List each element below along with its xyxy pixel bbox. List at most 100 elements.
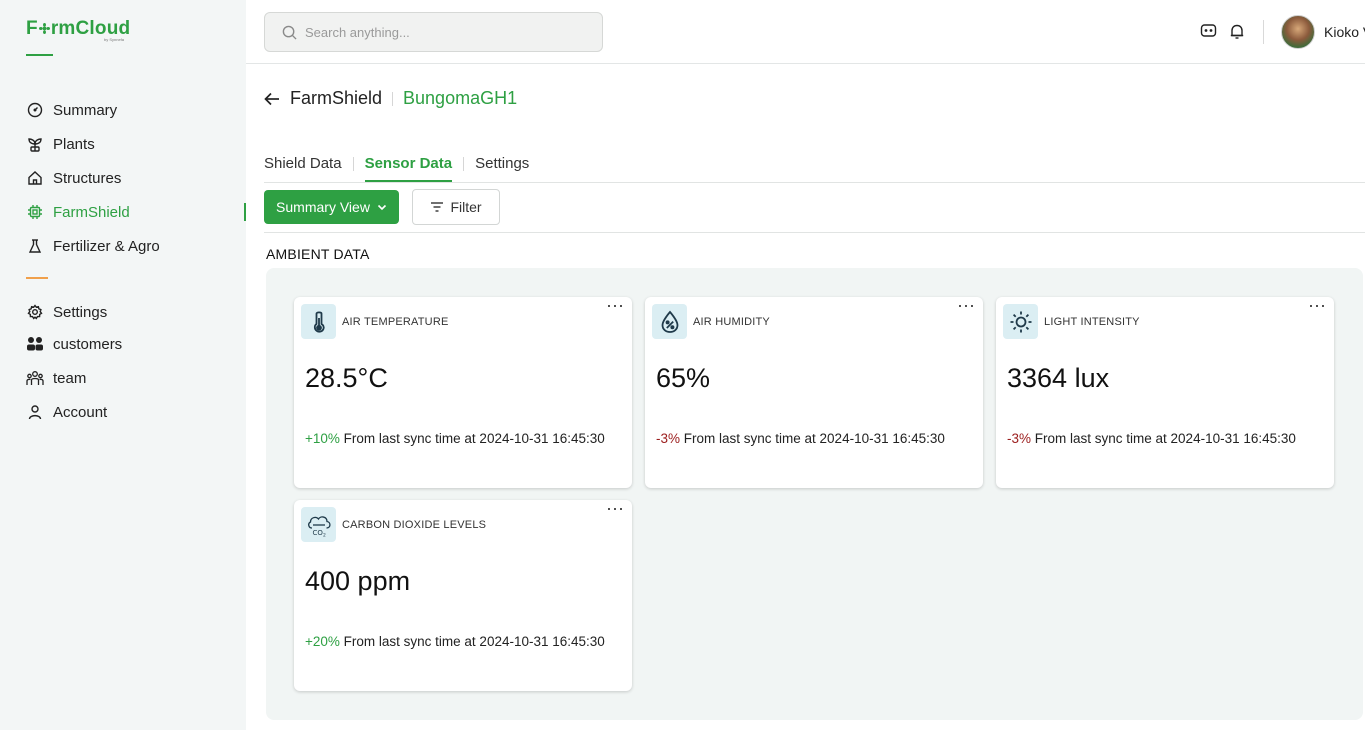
filter-button[interactable]: Filter bbox=[412, 189, 500, 225]
sidebar-item-summary[interactable]: Summary bbox=[26, 98, 117, 122]
sidebar-item-label: Fertilizer & Agro bbox=[53, 237, 160, 255]
sidebar-item-team[interactable]: team bbox=[26, 366, 86, 390]
tab-shield-data[interactable]: Shield Data bbox=[264, 155, 342, 182]
change-note: From last sync time at 2024-10-31 16:45:… bbox=[680, 431, 945, 446]
tab-separator bbox=[352, 156, 354, 171]
summary-view-label: Summary View bbox=[276, 199, 370, 215]
svg-text:2: 2 bbox=[323, 532, 326, 537]
filter-icon bbox=[430, 201, 444, 213]
bell-icon[interactable] bbox=[1228, 22, 1246, 40]
search-icon bbox=[282, 25, 297, 40]
card-change: -3% From last sync time at 2024-10-31 16… bbox=[1007, 431, 1296, 446]
breadcrumb: FarmShield BungomaGH1 bbox=[264, 88, 517, 109]
summary-view-dropdown[interactable]: Summary View bbox=[264, 190, 399, 224]
svg-text:CO: CO bbox=[312, 529, 323, 537]
change-percent: -3% bbox=[656, 431, 681, 446]
change-note: From last sync time at 2024-10-31 16:45:… bbox=[1031, 431, 1296, 446]
card-value: 3364 lux bbox=[1007, 363, 1110, 393]
search-input[interactable] bbox=[305, 24, 585, 40]
change-percent: -3% bbox=[1007, 431, 1032, 446]
breadcrumb-parent[interactable]: FarmShield bbox=[290, 88, 382, 109]
nav-divider bbox=[26, 277, 48, 279]
back-arrow-icon[interactable] bbox=[264, 90, 282, 108]
user-name[interactable]: Kioko V bbox=[1324, 24, 1365, 40]
active-indicator bbox=[244, 203, 246, 221]
sun-icon bbox=[1003, 304, 1038, 339]
card-value: 28.5°C bbox=[305, 363, 388, 393]
change-note: From last sync time at 2024-10-31 16:45:… bbox=[339, 431, 605, 446]
sprout-icon bbox=[26, 135, 44, 153]
chat-icon[interactable] bbox=[1199, 22, 1217, 40]
gear-icon bbox=[26, 303, 44, 321]
filter-label: Filter bbox=[450, 199, 482, 215]
sidebar-item-label: team bbox=[53, 369, 87, 387]
controls-divider bbox=[264, 232, 1365, 233]
header-actions bbox=[1199, 22, 1257, 40]
sidebar-item-settings[interactable]: Settings bbox=[26, 300, 107, 324]
card-change: -3% From last sync time at 2024-10-31 16… bbox=[656, 431, 945, 446]
card-title: AIR TEMPERATURE bbox=[342, 316, 449, 328]
breadcrumb-current: BungomaGH1 bbox=[403, 88, 518, 108]
sidebar: FrmCloud by Synnefa Summary Plants Struc… bbox=[0, 0, 246, 730]
card-change: +20% From last sync time at 2024-10-31 1… bbox=[305, 634, 605, 649]
user-icon bbox=[26, 403, 44, 421]
sidebar-item-structures[interactable]: Structures bbox=[26, 166, 121, 190]
sensor-card-air-humidity: AIR HUMIDITY ··· 65% -3% From last sync … bbox=[645, 296, 983, 488]
sensor-card-light-intensity: LIGHT INTENSITY ··· 3364 lux -3% From la… bbox=[996, 296, 1334, 488]
avatar[interactable] bbox=[1281, 15, 1315, 49]
section-title: AMBIENT DATA bbox=[266, 246, 370, 262]
card-title: CARBON DIOXIDE LEVELS bbox=[342, 519, 487, 531]
more-options-icon[interactable]: ··· bbox=[1308, 296, 1326, 314]
tab-settings[interactable]: Settings bbox=[475, 155, 529, 182]
chevron-down-icon bbox=[377, 202, 387, 212]
ambient-data-panel: AIR TEMPERATURE ··· 28.5°C +10% From las… bbox=[266, 268, 1363, 720]
sensor-card-carbon-dioxide: CO 2 CARBON DIOXIDE LEVELS ··· 400 ppm +2… bbox=[294, 499, 632, 691]
sidebar-item-label: FarmShield bbox=[53, 203, 130, 221]
logo-text-start: F bbox=[26, 18, 38, 39]
sidebar-item-account[interactable]: Account bbox=[26, 400, 107, 424]
breadcrumb-separator bbox=[392, 91, 394, 106]
logo-subtitle: by Synnefa bbox=[104, 37, 125, 42]
logo-underline bbox=[26, 54, 53, 56]
change-note: From last sync time at 2024-10-31 16:45:… bbox=[339, 634, 605, 649]
sidebar-item-label: Plants bbox=[53, 135, 95, 153]
search-box[interactable] bbox=[264, 12, 603, 52]
gauge-icon bbox=[26, 101, 44, 119]
leaf-logo-icon bbox=[38, 23, 50, 34]
sidebar-item-label: Summary bbox=[53, 101, 118, 119]
sidebar-item-plants[interactable]: Plants bbox=[26, 132, 95, 156]
card-value: 65% bbox=[656, 363, 711, 393]
tab-bar: Shield Data Sensor Data Settings bbox=[264, 155, 529, 182]
sidebar-item-customers[interactable]: customers bbox=[26, 332, 122, 356]
sidebar-item-label: Settings bbox=[53, 303, 108, 321]
more-options-icon[interactable]: ··· bbox=[957, 296, 975, 314]
change-percent: +10% bbox=[305, 431, 340, 446]
flask-icon bbox=[26, 237, 44, 255]
card-title: LIGHT INTENSITY bbox=[1044, 316, 1140, 328]
house-icon bbox=[26, 169, 44, 187]
sidebar-item-farmshield[interactable]: FarmShield bbox=[26, 200, 130, 224]
card-change: +10% From last sync time at 2024-10-31 1… bbox=[305, 431, 605, 446]
sensor-card-air-temperature: AIR TEMPERATURE ··· 28.5°C +10% From las… bbox=[294, 296, 632, 488]
more-options-icon[interactable]: ··· bbox=[606, 296, 624, 314]
more-options-icon[interactable]: ··· bbox=[606, 499, 624, 517]
card-value: 400 ppm bbox=[305, 566, 411, 596]
co2-cloud-icon: CO 2 bbox=[301, 507, 336, 542]
sidebar-item-label: customers bbox=[53, 335, 123, 353]
humidity-drop-icon bbox=[652, 304, 687, 339]
tab-sensor-data[interactable]: Sensor Data bbox=[364, 155, 453, 182]
tab-separator bbox=[463, 156, 465, 171]
sidebar-item-label: Structures bbox=[53, 169, 122, 187]
card-title: AIR HUMIDITY bbox=[693, 316, 770, 328]
sidebar-item-label: Account bbox=[53, 403, 108, 421]
top-bar: Kioko V bbox=[246, 0, 1365, 64]
tabs-divider bbox=[264, 182, 1365, 183]
chip-icon bbox=[26, 203, 44, 221]
thermometer-icon bbox=[301, 304, 336, 339]
logo-text-end: rmCloud bbox=[50, 18, 131, 39]
team-icon bbox=[26, 369, 44, 387]
header-divider bbox=[1263, 20, 1264, 44]
change-percent: +20% bbox=[305, 634, 340, 649]
customers-icon bbox=[26, 335, 44, 353]
sidebar-item-fertilizer[interactable]: Fertilizer & Agro bbox=[26, 234, 160, 258]
